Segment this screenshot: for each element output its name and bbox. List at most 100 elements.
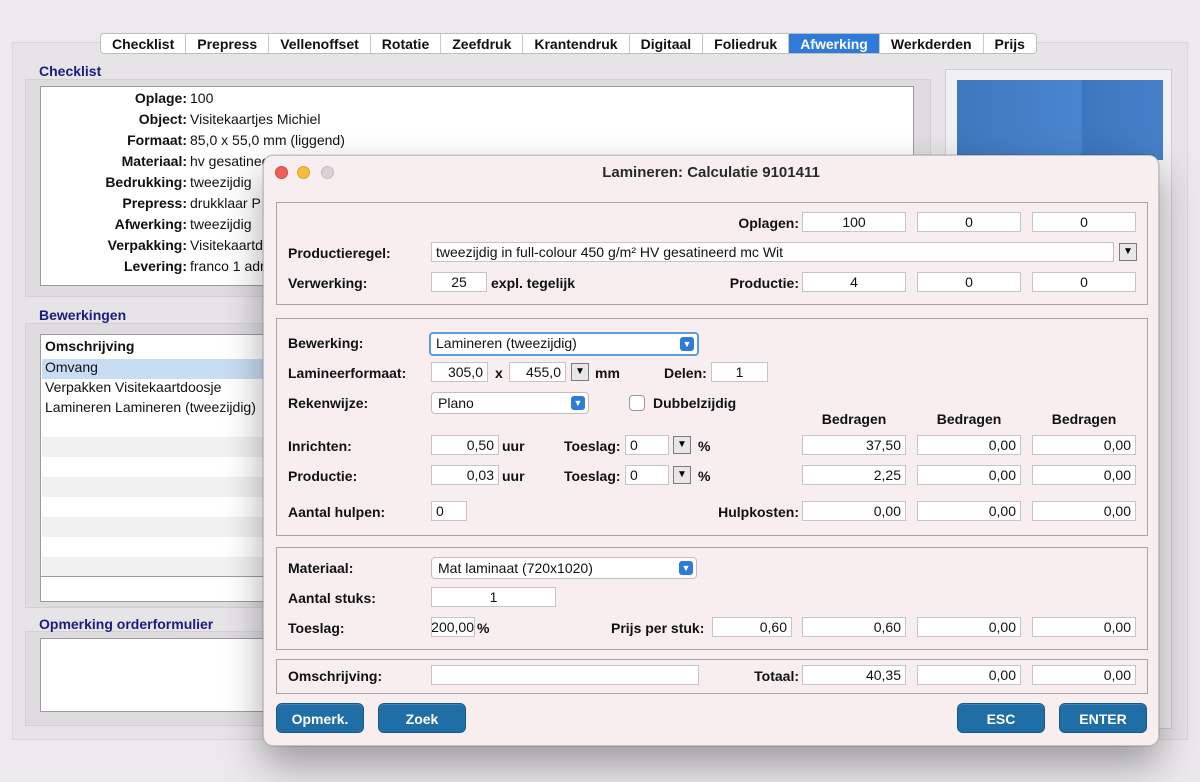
checklist-key: Materiaal: xyxy=(121,153,187,169)
toeslag-1-input[interactable]: 0 xyxy=(625,435,669,455)
delen-label: Delen: xyxy=(664,365,707,381)
bedragen-header-3: Bedragen xyxy=(1051,411,1117,427)
rekenwijze-select[interactable]: Plano ▼ xyxy=(431,392,589,414)
rekenwijze-value: Plano xyxy=(438,395,474,411)
productie-bedrag-2[interactable]: 0,00 xyxy=(917,465,1021,485)
prijs-bedrag-3[interactable]: 0,00 xyxy=(1032,617,1136,637)
verwerking-suffix: expl. tegelijk xyxy=(491,275,576,291)
tab-rotatie[interactable]: Rotatie xyxy=(370,34,442,53)
productie-2-input[interactable]: 0 xyxy=(917,272,1021,292)
prijs-bedrag-2[interactable]: 0,00 xyxy=(917,617,1021,637)
toeslag-1-label: Toeslag: xyxy=(564,438,621,454)
delen-input[interactable]: 1 xyxy=(711,362,768,382)
tab-krantendruk[interactable]: Krantendruk xyxy=(523,34,630,53)
checklist-value: tweezijdig xyxy=(190,216,252,232)
productie-tijd-unit: uur xyxy=(502,468,525,484)
prijs-label: Prijs per stuk: xyxy=(611,620,705,636)
totaal-1[interactable]: 40,35 xyxy=(802,665,906,685)
opmerk-button[interactable]: Opmerk. xyxy=(276,703,364,733)
bewerkingen-title: Bewerkingen xyxy=(39,307,127,323)
inrichten-label: Inrichten: xyxy=(288,438,352,454)
formaat-breedte-input[interactable]: 305,0 xyxy=(431,362,488,382)
verwerking-input[interactable]: 25 xyxy=(431,272,487,292)
enter-button[interactable]: ENTER xyxy=(1059,703,1147,733)
formaat-unit: mm xyxy=(595,365,620,381)
tab-prijs[interactable]: Prijs xyxy=(983,34,1036,53)
stuks-input[interactable]: 1 xyxy=(431,587,556,607)
checklist-row: Object: Visitekaartjes Michiel xyxy=(41,111,913,132)
toeslag-2-label: Toeslag: xyxy=(564,468,621,484)
prijs-input[interactable]: 0,60 xyxy=(712,617,792,637)
bewerking-value: Lamineren (tweezijdig) xyxy=(436,335,577,351)
checklist-value: 85,0 x 55,0 mm (liggend) xyxy=(190,132,345,148)
checklist-value: Visitekaartjes Michiel xyxy=(190,111,321,127)
checklist-value: franco 1 adres xyxy=(190,258,270,274)
omschrijving-input[interactable] xyxy=(431,665,699,685)
esc-button[interactable]: ESC xyxy=(957,703,1045,733)
toeslag-1-dropdown-icon[interactable]: ▼ xyxy=(673,436,691,454)
tab-werkderden[interactable]: Werkderden xyxy=(879,34,984,53)
productieregel-label: Productieregel: xyxy=(288,245,391,261)
oplage-2-input[interactable]: 0 xyxy=(917,212,1021,232)
tab-foliedruk[interactable]: Foliedruk xyxy=(703,34,790,53)
totaal-2[interactable]: 0,00 xyxy=(917,665,1021,685)
hulpen-input[interactable]: 0 xyxy=(431,501,467,521)
zoek-button[interactable]: Zoek xyxy=(378,703,466,733)
tab-digitaal[interactable]: Digitaal xyxy=(629,34,704,53)
hulpkosten-label: Hulpkosten: xyxy=(718,504,799,520)
toeslag-2-pct: % xyxy=(698,468,711,484)
dubbelzijdig-label: Dubbelzijdig xyxy=(653,395,737,411)
productieregel-input[interactable]: tweezijdig in full-colour 450 g/m² HV ge… xyxy=(431,242,1114,262)
totaal-3[interactable]: 0,00 xyxy=(1032,665,1136,685)
stuks-label: Aantal stuks: xyxy=(288,590,376,606)
materiaal-label: Materiaal: xyxy=(288,560,354,576)
toeslag-1-pct: % xyxy=(698,438,711,454)
formaat-x-label: x xyxy=(495,365,503,381)
productie-3-input[interactable]: 0 xyxy=(1032,272,1136,292)
productieregel-dropdown-icon[interactable]: ▼ xyxy=(1119,243,1137,261)
tab-zeefdruk[interactable]: Zeefdruk xyxy=(441,34,524,53)
productie-tijd-label: Productie: xyxy=(288,468,358,484)
materiaal-toeslag-label: Toeslag: xyxy=(288,620,345,636)
verwerking-label: Verwerking: xyxy=(288,275,368,291)
productie-tijd-input[interactable]: 0,03 xyxy=(431,465,499,485)
prijs-bedrag-1[interactable]: 0,60 xyxy=(802,617,906,637)
inrichten-bedrag-1[interactable]: 37,50 xyxy=(802,435,906,455)
tab-vellenoffset[interactable]: Vellenoffset xyxy=(269,34,371,53)
hulpkosten-1[interactable]: 0,00 xyxy=(802,501,906,521)
preview-image xyxy=(957,80,1163,160)
tab-prepress[interactable]: Prepress xyxy=(186,34,270,53)
formaat-dropdown-icon[interactable]: ▼ xyxy=(571,363,589,381)
checklist-value: 100 xyxy=(190,90,214,106)
checklist-row: Oplage: 100 xyxy=(41,90,913,111)
oplage-1-input[interactable]: 100 xyxy=(802,212,906,232)
productie-bedrag-1[interactable]: 2,25 xyxy=(802,465,906,485)
hulpkosten-3[interactable]: 0,00 xyxy=(1032,501,1136,521)
toeslag-2-dropdown-icon[interactable]: ▼ xyxy=(673,466,691,484)
materiaal-toeslag-pct: % xyxy=(477,620,490,636)
lamineren-dialog: Lamineren: Calculatie 9101411 Oplagen: 1… xyxy=(263,155,1159,746)
hulpen-label: Aantal hulpen: xyxy=(288,504,386,520)
chevron-down-icon: ▼ xyxy=(571,396,585,410)
inrichten-bedrag-2[interactable]: 0,00 xyxy=(917,435,1021,455)
oplagen-label: Oplagen: xyxy=(738,215,799,231)
tab-afwerking[interactable]: Afwerking xyxy=(789,34,880,53)
formaat-hoogte-input[interactable]: 455,0 xyxy=(509,362,566,382)
inrichten-input[interactable]: 0,50 xyxy=(431,435,499,455)
productie-bedrag-3[interactable]: 0,00 xyxy=(1032,465,1136,485)
toeslag-2-input[interactable]: 0 xyxy=(625,465,669,485)
inrichten-unit: uur xyxy=(502,438,525,454)
oplage-3-input[interactable]: 0 xyxy=(1032,212,1136,232)
materiaal-toeslag-input[interactable]: 200,00 xyxy=(431,617,475,637)
hulpkosten-2[interactable]: 0,00 xyxy=(917,501,1021,521)
checklist-value: tweezijdig xyxy=(190,174,252,190)
productie-1-input[interactable]: 4 xyxy=(802,272,906,292)
bewerking-select[interactable]: Lamineren (tweezijdig) ▼ xyxy=(429,332,699,356)
totaal-label: Totaal: xyxy=(754,668,799,684)
materiaal-value: Mat laminaat (720x1020) xyxy=(438,560,593,576)
dubbelzijdig-checkbox[interactable] xyxy=(629,395,645,411)
inrichten-bedrag-3[interactable]: 0,00 xyxy=(1032,435,1136,455)
tab-bar: Checklist Prepress Vellenoffset Rotatie … xyxy=(100,33,1037,54)
materiaal-select[interactable]: Mat laminaat (720x1020) ▼ xyxy=(431,557,697,579)
tab-checklist[interactable]: Checklist xyxy=(101,34,187,53)
